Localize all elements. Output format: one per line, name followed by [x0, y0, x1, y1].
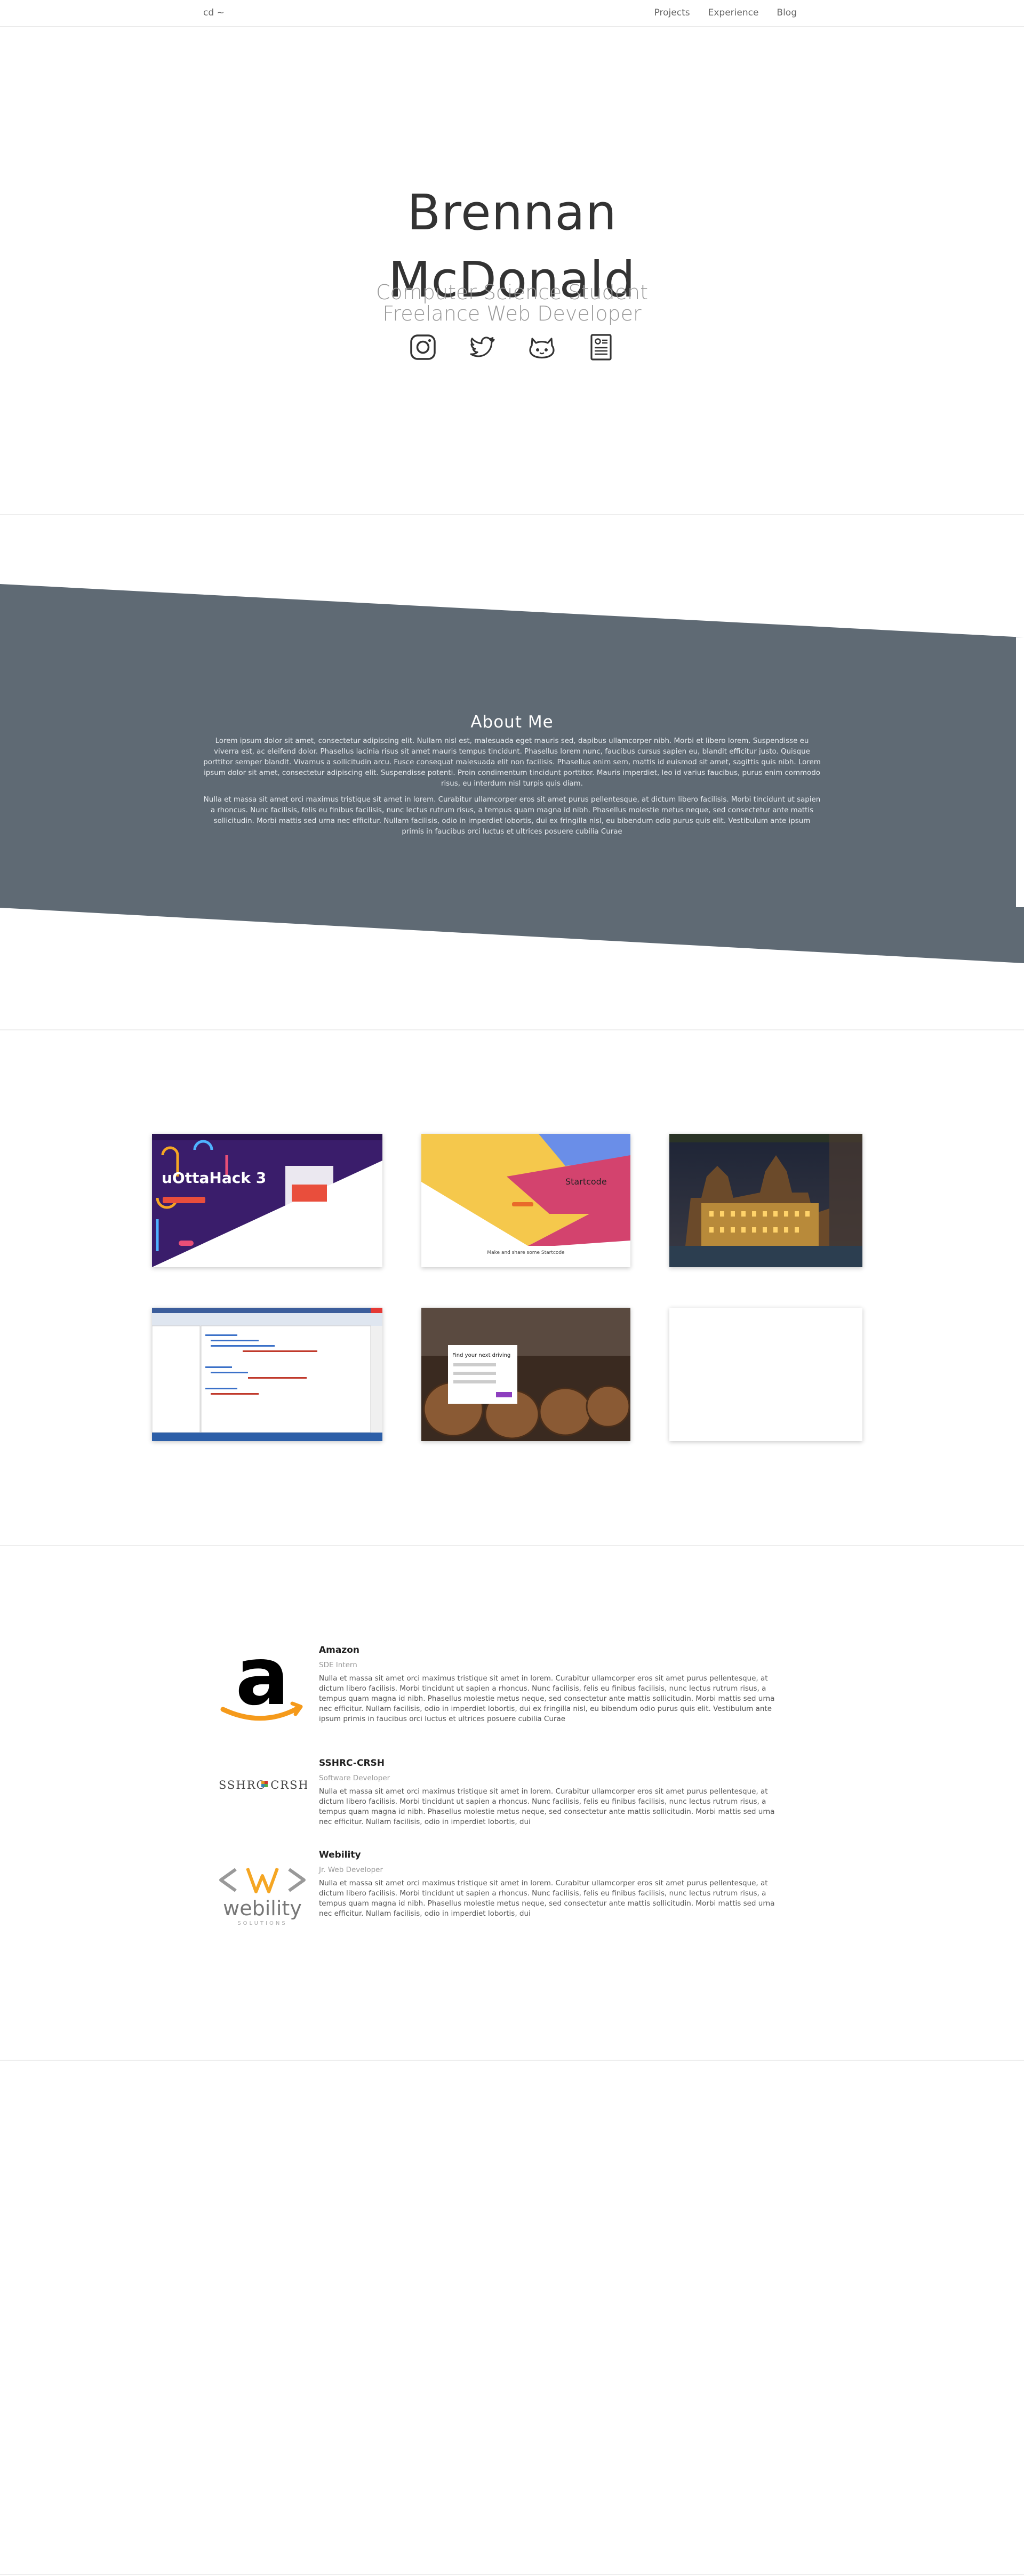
experience-role: SDE Intern: [319, 1661, 357, 1669]
about-title: About Me: [470, 713, 554, 732]
experience-role: Software Developer: [319, 1774, 390, 1782]
about-paragraph-1: Lorem ipsum dolor sit amet, consectetur …: [203, 737, 821, 788]
project-card-title: Find your next driving: [452, 1353, 510, 1358]
experience-company: Webility: [319, 1850, 361, 1860]
section-divider: [0, 514, 1024, 515]
sshrc-logo: SSHRC CRSH: [218, 1776, 308, 1794]
section-divider: [0, 1545, 1024, 1546]
experience-description: Nulla et massa sit amet orci maximus tri…: [319, 1879, 775, 1918]
resume-icon[interactable]: [586, 332, 616, 362]
svg-text:webility: webility: [223, 1897, 302, 1920]
top-nav: cd ~ Projects Experience Blog: [0, 0, 1024, 27]
about-paragraph-2: Nulla et massa sit amet orci maximus tri…: [203, 796, 821, 836]
hero-subtitle-line1: Computer Science Student: [376, 281, 648, 304]
github-icon[interactable]: [527, 332, 557, 362]
twitter-icon[interactable]: [467, 332, 497, 362]
hero-name-first: Brennan: [407, 184, 617, 241]
project-thumbnail: Startcode Make and share some Startcode: [421, 1134, 630, 1267]
project-thumbnail: [152, 1308, 382, 1441]
brand-link[interactable]: cd ~: [203, 7, 225, 18]
nav-link-blog[interactable]: Blog: [777, 7, 797, 18]
instagram-icon[interactable]: [408, 332, 438, 362]
project-thumbnail: [669, 1134, 862, 1267]
hero-subtitle-line2: Freelance Web Developer: [382, 302, 642, 326]
section-divider: [0, 2060, 1024, 2061]
project-card-uottahack[interactable]: uOttaHack 3: [152, 1134, 382, 1267]
section-divider: [0, 1029, 1024, 1030]
nav-link-experience[interactable]: Experience: [708, 7, 759, 18]
experience-item-webility: Webility Jr. Web Developer Nulla et mass…: [319, 1850, 788, 1919]
hero-subtitle: Computer Science Student Freelance Web D…: [0, 282, 1024, 325]
experience-description: Nulla et massa sit amet orci maximus tri…: [319, 1787, 775, 1826]
experience-company: Amazon: [319, 1645, 360, 1655]
social-links: [408, 332, 616, 362]
project-card-title: uOttaHack 3: [162, 1169, 266, 1187]
experience-item-amazon: Amazon SDE Intern Nulla et massa sit ame…: [319, 1645, 788, 1724]
webility-logo: webility SOLUTIONS: [214, 1864, 310, 1928]
svg-text:SOLUTIONS: SOLUTIONS: [237, 1921, 287, 1926]
project-card-winery[interactable]: Find your next driving: [421, 1308, 630, 1441]
experience-item-sshrc: SSHRC-CRSH Software Developer Nulla et m…: [319, 1758, 788, 1827]
project-card-startcode[interactable]: Startcode Make and share some Startcode: [421, 1134, 630, 1267]
nav-link-projects[interactable]: Projects: [654, 7, 690, 18]
project-card-blank[interactable]: [669, 1308, 862, 1441]
project-card-ide[interactable]: [152, 1308, 382, 1441]
project-thumbnail: uOttaHack 3: [152, 1134, 382, 1267]
nav-links: Projects Experience Blog: [654, 7, 797, 18]
project-card-chateau[interactable]: [669, 1134, 862, 1267]
experience-company: SSHRC-CRSH: [319, 1758, 385, 1769]
section-divider: [0, 2574, 1024, 2575]
svg-text:a: a: [235, 1648, 289, 1723]
amazon-logo: a: [218, 1630, 307, 1733]
experience-role: Jr. Web Developer: [319, 1866, 383, 1874]
project-card-title: Startcode: [565, 1177, 607, 1187]
hero-section: Brennan McDonald Computer Science Studen…: [0, 27, 1024, 514]
experience-description: Nulla et massa sit amet orci maximus tri…: [319, 1674, 775, 1723]
project-thumbnail: Find your next driving: [421, 1308, 630, 1441]
project-card-caption: Make and share some Startcode: [487, 1250, 565, 1255]
